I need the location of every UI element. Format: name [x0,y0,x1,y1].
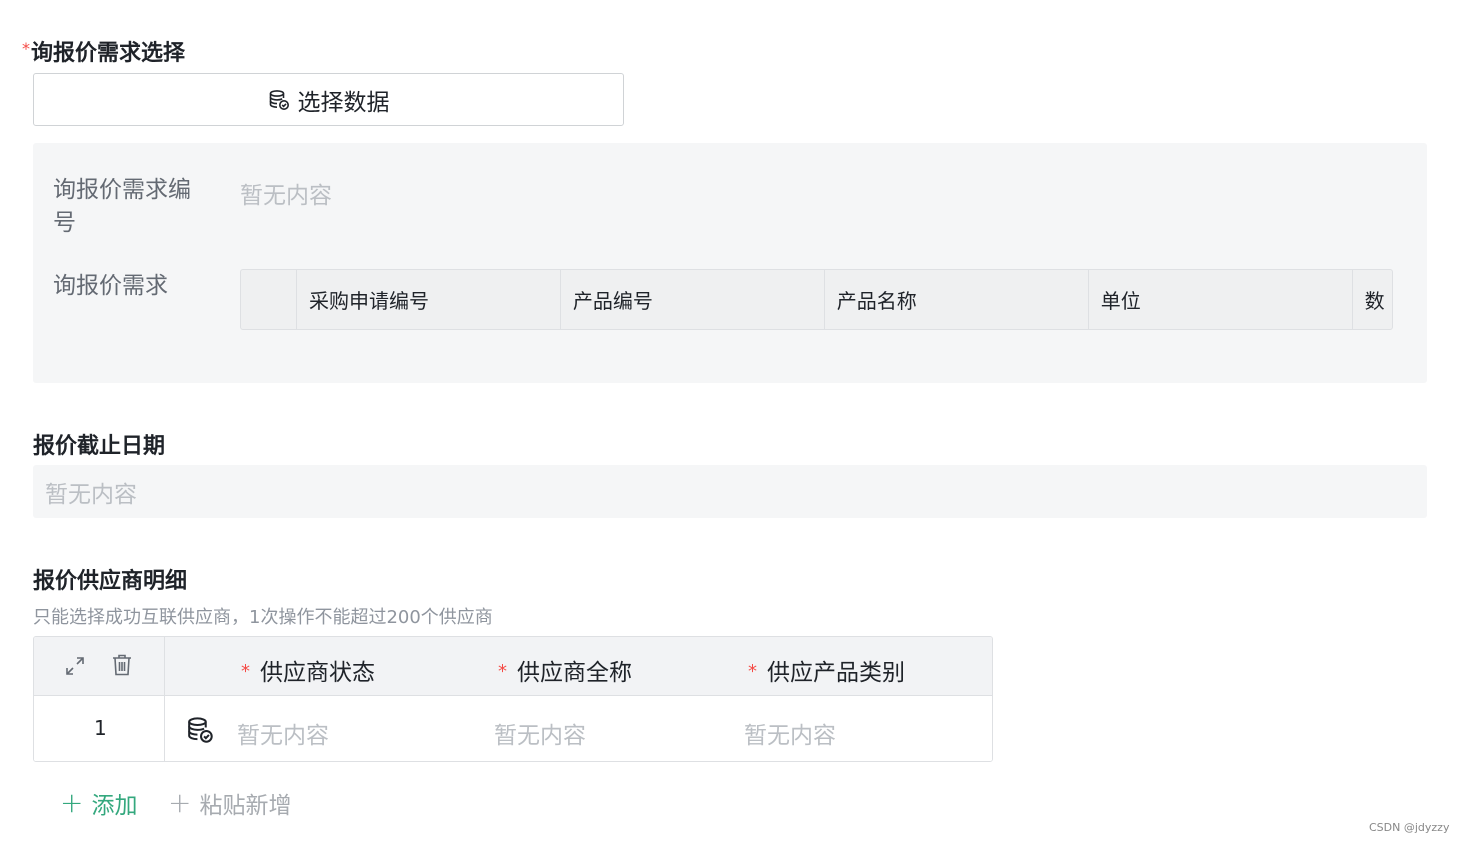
column-divider [164,696,165,761]
supplier-hint: 只能选择成功互联供应商，1次操作不能超过200个供应商 [33,607,493,628]
watermark: CSDN @jdyzzy [1369,821,1450,834]
supplier-table-header: * 供应商状态 * 供应商全称 * 供应产品类别 [34,637,992,696]
row-index: 1 [94,716,107,740]
paste-add-button[interactable]: + 粘贴新增 [168,786,291,820]
supplier-table: * 供应商状态 * 供应商全称 * 供应产品类别 1 暂无内容 暂无内容 暂无内容 [33,636,993,762]
database-icon [268,89,290,111]
column-header-label: 供应商状态 [260,660,375,686]
add-row-label: 添加 [91,793,138,819]
required-mark: * [241,661,250,682]
column-divider [164,637,165,695]
demand-section-title-text: 询报价需求选择 [31,41,186,66]
required-mark: * [748,661,757,682]
select-data-button[interactable]: 选择数据 [33,73,624,126]
demand-section-title: *询报价需求选择 [22,35,185,67]
required-mark: * [22,39,30,58]
demand-grid-header: 采购申请编号 产品编号 产品名称 单位 数 [240,269,1393,330]
supplier-name-cell[interactable]: 暂无内容 [494,716,586,750]
column-header-supplier-name: * 供应商全称 [498,653,632,687]
column-header-supplier-status: * 供应商状态 [241,653,375,687]
plus-icon: + [60,786,84,819]
deadline-section-title: 报价截止日期 [33,434,166,459]
paste-add-label: 粘贴新增 [199,793,292,819]
demand-label: 询报价需求 [53,273,168,299]
expand-icon[interactable] [64,655,86,681]
demand-code-value: 暂无内容 [240,183,332,209]
grid-header-product-code: 产品编号 [561,270,825,329]
select-supplier-icon[interactable] [186,716,214,748]
deadline-value: 暂无内容 [45,481,137,508]
add-row-button[interactable]: + 添加 [60,786,137,820]
grid-header-purchase-code: 采购申请编号 [297,270,561,329]
plus-icon: + [168,786,192,819]
grid-header-quantity: 数 [1364,289,1385,313]
column-header-label: 供应产品类别 [767,660,905,686]
grid-header-unit: 单位 [1089,270,1353,329]
required-mark: * [498,661,507,682]
trash-icon[interactable] [111,653,133,681]
grid-header-product-name: 产品名称 [825,270,1089,329]
supplier-status-cell[interactable]: 暂无内容 [237,716,329,750]
deadline-field[interactable]: 暂无内容 [33,465,1427,518]
select-data-label: 选择数据 [297,89,390,116]
supplier-section-title: 报价供应商明细 [33,569,188,594]
product-category-cell[interactable]: 暂无内容 [744,716,836,750]
table-row: 1 暂无内容 暂无内容 暂无内容 [34,696,992,761]
column-header-product-category: * 供应产品类别 [748,653,905,687]
grid-header-blank [241,270,297,329]
column-header-label: 供应商全称 [517,660,632,686]
demand-code-label: 询报价需求编号 [53,177,191,236]
